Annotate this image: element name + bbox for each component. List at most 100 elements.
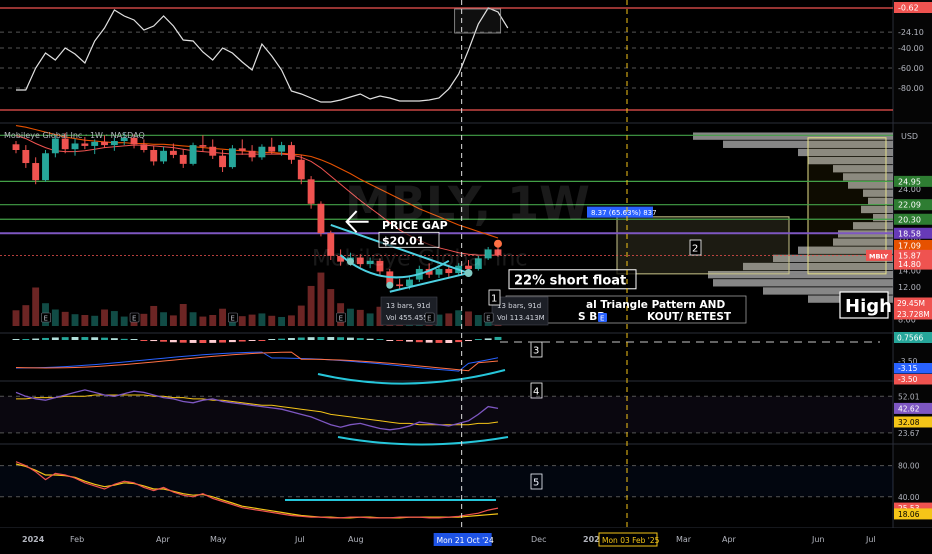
price-gap-label: PRICE GAP	[382, 219, 448, 232]
time-axis-label: Aug	[348, 535, 364, 544]
candle-body	[179, 154, 187, 164]
price-axis-badge: 18.58	[898, 229, 921, 238]
volume-bar	[71, 314, 79, 326]
candle-body	[248, 150, 256, 158]
time-axis-label: May	[210, 535, 227, 544]
volume-bar	[307, 285, 315, 326]
macd-histogram-bar	[494, 336, 502, 340]
volume-bar	[169, 315, 177, 326]
trading-chart[interactable]: -24.10 -40.00 -60.00 -80.00 -0.62 8.37 (65.63…	[0, 0, 932, 550]
candle-body	[307, 179, 315, 204]
current-price-tag: MBLY	[869, 252, 889, 260]
macd-histogram-bar	[248, 340, 256, 341]
volume-bar	[465, 311, 472, 326]
time-axis-label: Feb	[70, 535, 84, 544]
macd-histogram-bar	[435, 340, 443, 343]
candle-body	[396, 284, 404, 287]
candle-body	[91, 141, 99, 146]
volume-bar	[356, 309, 364, 326]
volume-bar	[297, 305, 305, 326]
volume-bar	[91, 315, 99, 326]
top-indicator-badge: -0.62	[898, 4, 919, 13]
candle-body	[150, 150, 158, 162]
candle[interactable]	[189, 142, 197, 166]
pattern-point-3	[464, 269, 473, 278]
pane-number-label: 2	[692, 244, 698, 255]
price-gap-value: $20.01	[382, 234, 424, 247]
macd-histogram-bar	[278, 338, 286, 340]
currency-label: USD	[901, 132, 918, 141]
volume-profile-row	[713, 279, 893, 287]
bars-range-count: 13 bars, 91d	[497, 302, 541, 310]
candle-body	[297, 159, 305, 180]
candle[interactable]	[317, 201, 325, 237]
rsi-tick: 52.01	[898, 392, 920, 401]
macd-histogram-bar	[455, 340, 463, 343]
volume-bar	[61, 311, 69, 326]
macd-histogram-bar	[415, 340, 423, 343]
time-axis-label: Jul	[294, 535, 305, 544]
pattern-point-1	[346, 258, 354, 266]
volume-axis-badge: 23.728M	[897, 310, 930, 319]
macd-histogram-bar	[179, 340, 187, 343]
macd-histogram-bar	[297, 337, 305, 340]
high-label: High	[845, 296, 892, 317]
candle-body	[238, 148, 246, 151]
volume-bar	[327, 289, 335, 326]
earnings-marker-label: E	[132, 315, 136, 323]
volume-bar	[445, 313, 453, 326]
macd-histogram-bar	[169, 340, 177, 343]
macd-histogram-bar	[258, 340, 266, 341]
time-axis-highlight: Mon 21 Oct '24	[437, 536, 494, 545]
candle-body	[258, 146, 266, 158]
macd-histogram-bar	[337, 337, 345, 340]
candle-body	[61, 138, 69, 150]
macd-histogram-bar	[120, 338, 128, 340]
macd-histogram-bar	[386, 340, 394, 341]
pane-number-label: 3	[533, 346, 539, 357]
macd-histogram-bar	[396, 340, 404, 341]
earnings-marker-label: E	[339, 315, 343, 323]
chart-svg[interactable]: -24.10 -40.00 -60.00 -80.00 -0.62 8.37 (65.63…	[0, 0, 932, 550]
macd-histogram-bar	[91, 337, 99, 340]
pattern-point-2	[386, 281, 394, 289]
pattern-note-2: al Triangle Pattern AND	[586, 299, 725, 311]
volume-bar	[278, 316, 286, 326]
current-price-marker	[494, 239, 502, 248]
candle-body	[278, 145, 286, 152]
macd-histogram-bar	[22, 339, 30, 340]
macd-histogram-bar	[209, 340, 217, 343]
macd-histogram-bar	[356, 338, 364, 340]
macd-histogram-bar	[32, 338, 40, 340]
rsi-tick: 23.67	[898, 429, 920, 438]
time-axis-label: Apr	[722, 535, 737, 544]
volume-bar	[101, 309, 108, 326]
rsi-band	[0, 396, 893, 433]
candle-body	[110, 141, 118, 146]
candle[interactable]	[228, 145, 236, 169]
macd-histogram-bar	[71, 337, 79, 340]
volume-bar	[12, 310, 20, 326]
candle[interactable]	[42, 150, 49, 182]
rsi-badge: 42.62	[898, 404, 920, 413]
macd-histogram-bar	[130, 339, 138, 340]
macd-histogram-bar	[101, 337, 108, 340]
earnings-marker-label: E	[44, 315, 48, 323]
pattern-note-5: KOUT/ RETEST	[647, 311, 732, 323]
volume-bar	[347, 308, 354, 326]
volume-bar	[248, 314, 256, 326]
candle-body	[32, 163, 40, 181]
volume-bar	[179, 304, 187, 326]
volume-bar	[199, 316, 207, 326]
volume-axis-badge: 29.45M	[897, 299, 925, 308]
price-axis-badge: 14.80	[898, 260, 921, 269]
candle-body	[287, 145, 295, 160]
macd-badge: 0.7566	[897, 334, 923, 343]
macd-histogram-bar	[474, 339, 482, 340]
volume-bar	[22, 305, 30, 326]
symbol-header: Mobileye Global Inc · 1W · NASDAQ	[4, 131, 145, 140]
macd-histogram-bar	[425, 340, 433, 343]
stoch-badge: 18.06	[898, 510, 920, 519]
price-axis-tick: 12.00	[898, 283, 921, 292]
candle-body	[228, 148, 236, 168]
